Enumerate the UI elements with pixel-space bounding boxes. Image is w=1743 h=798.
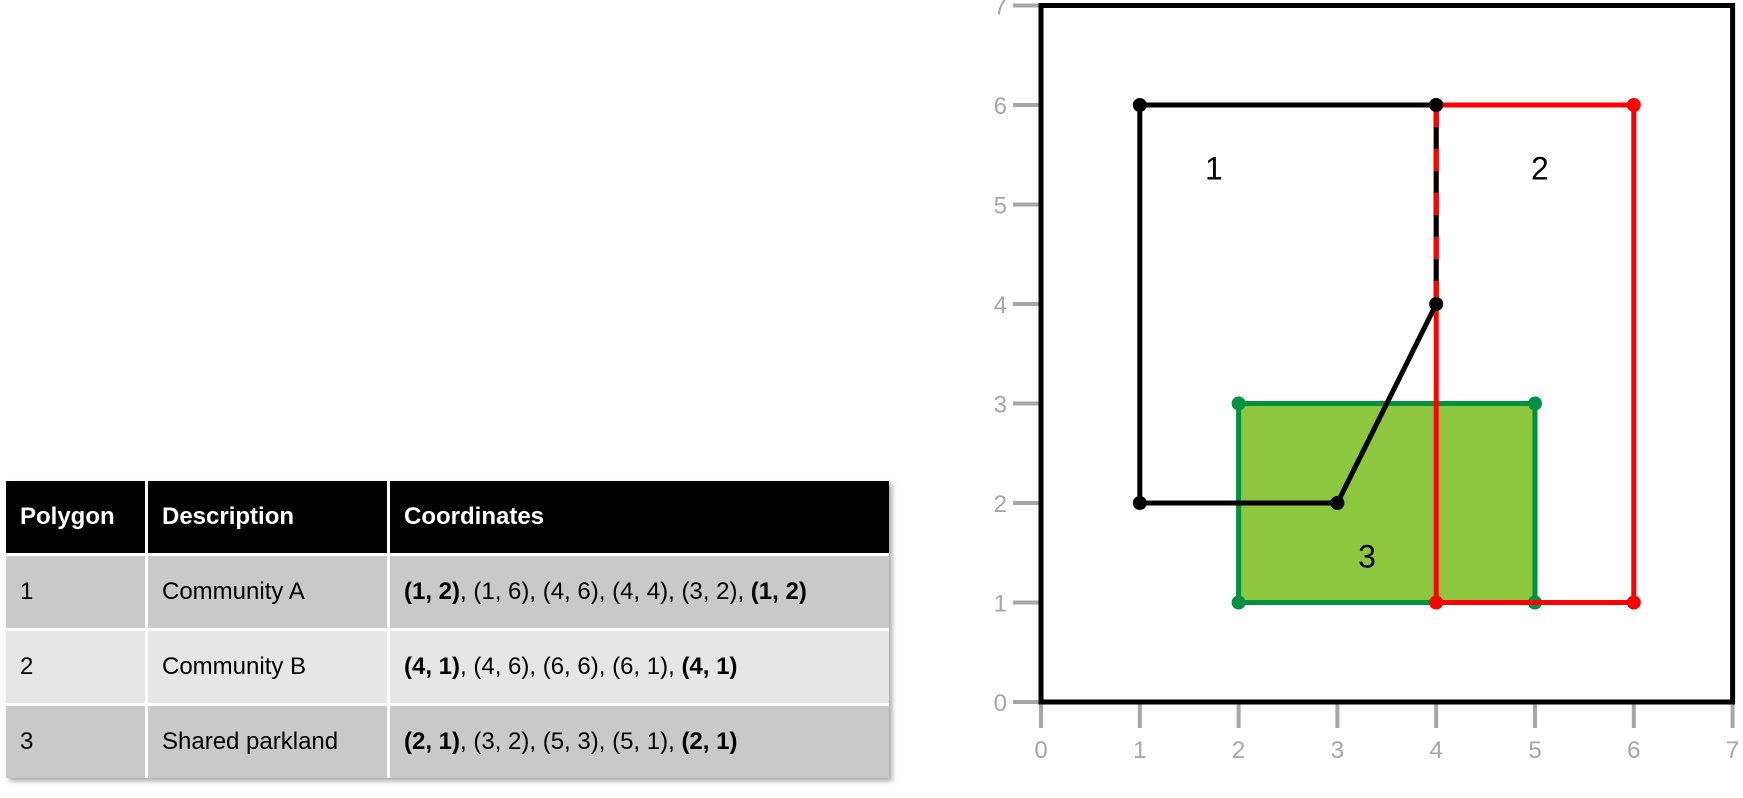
x-tick-label: 7 bbox=[1726, 737, 1739, 764]
y-tick-label: 7 bbox=[994, 0, 1007, 21]
y-tick-label: 6 bbox=[994, 93, 1007, 120]
polygon-label-3: 3 bbox=[1358, 539, 1376, 575]
community-b-vertex bbox=[1429, 595, 1444, 610]
y-tick-label: 0 bbox=[994, 690, 1007, 717]
community-a-vertex bbox=[1132, 496, 1147, 510]
y-tick-label: 1 bbox=[994, 591, 1007, 618]
x-tick-label: 1 bbox=[1133, 737, 1146, 764]
community-b-vertex bbox=[1626, 595, 1641, 610]
polygon-label-2: 2 bbox=[1531, 151, 1549, 187]
x-tick-label: 4 bbox=[1430, 737, 1443, 764]
community-b-vertex bbox=[1626, 98, 1641, 112]
polygon-diagram: 0 1 2 3 4 5 6 7 0 1 2 3 4 5 6 7 1 2 3 bbox=[994, 0, 1740, 764]
x-tick-label: 5 bbox=[1528, 737, 1541, 764]
x-tick-label: 2 bbox=[1232, 737, 1245, 764]
community-a-vertex bbox=[1132, 98, 1147, 112]
community-a-vertex bbox=[1429, 98, 1444, 112]
x-tick-label: 3 bbox=[1331, 737, 1344, 764]
parkland-vertex bbox=[1528, 396, 1542, 411]
parkland-vertex bbox=[1231, 595, 1246, 610]
parkland-vertex bbox=[1231, 396, 1246, 411]
y-tick-label: 4 bbox=[994, 292, 1007, 319]
y-tick-label: 5 bbox=[994, 193, 1007, 220]
y-tick-label: 2 bbox=[994, 491, 1007, 518]
community-a-vertex bbox=[1330, 496, 1345, 510]
community-a-vertex bbox=[1429, 297, 1444, 311]
x-tick-label: 6 bbox=[1627, 737, 1640, 764]
x-tick-label: 0 bbox=[1034, 737, 1047, 764]
y-tick-label: 3 bbox=[994, 392, 1007, 419]
polygon-label-1: 1 bbox=[1205, 151, 1223, 187]
